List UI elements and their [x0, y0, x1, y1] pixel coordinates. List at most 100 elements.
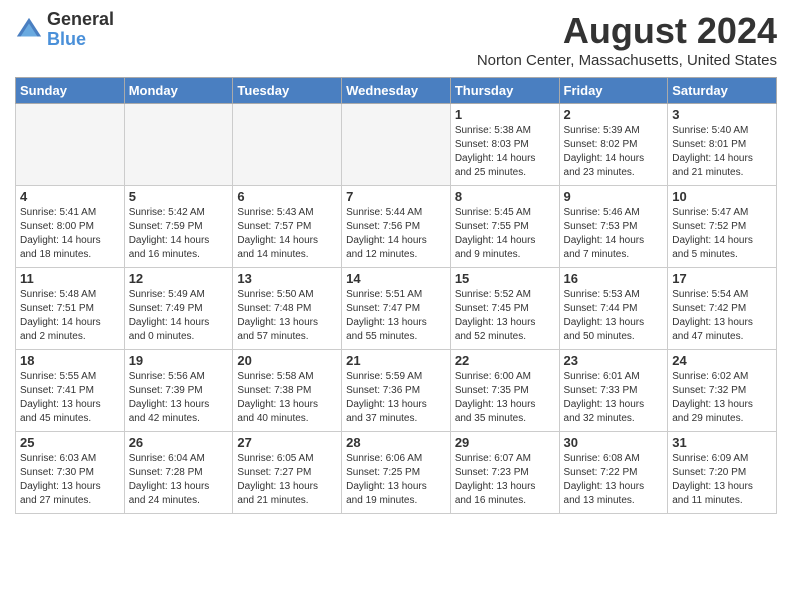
day-info: Sunrise: 5:58 AM Sunset: 7:38 PM Dayligh… [237, 370, 337, 426]
day-info: Sunrise: 5:52 AM Sunset: 7:45 PM Dayligh… [455, 288, 555, 344]
day-info: Sunrise: 6:03 AM Sunset: 7:30 PM Dayligh… [20, 452, 120, 508]
day-info: Sunrise: 5:48 AM Sunset: 7:51 PM Dayligh… [20, 288, 120, 344]
logo-line2: Blue [47, 30, 114, 50]
weekday-header-row: SundayMondayTuesdayWednesdayThursdayFrid… [16, 78, 777, 104]
calendar-day-cell: 3 Sunrise: 5:40 AM Sunset: 8:01 PM Dayli… [668, 104, 777, 186]
day-number: 3 [672, 107, 772, 122]
day-number: 21 [346, 353, 446, 368]
day-number: 28 [346, 435, 446, 450]
day-info: Sunrise: 5:41 AM Sunset: 8:00 PM Dayligh… [20, 206, 120, 262]
day-info: Sunrise: 5:55 AM Sunset: 7:41 PM Dayligh… [20, 370, 120, 426]
day-number: 30 [564, 435, 664, 450]
day-number: 20 [237, 353, 337, 368]
logo: General Blue [15, 10, 114, 50]
day-number: 12 [129, 271, 229, 286]
calendar-day-cell [124, 104, 233, 186]
day-number: 7 [346, 189, 446, 204]
calendar-day-cell: 2 Sunrise: 5:39 AM Sunset: 8:02 PM Dayli… [559, 104, 668, 186]
day-number: 11 [20, 271, 120, 286]
day-number: 18 [20, 353, 120, 368]
calendar-day-cell [342, 104, 451, 186]
day-info: Sunrise: 5:54 AM Sunset: 7:42 PM Dayligh… [672, 288, 772, 344]
day-info: Sunrise: 5:56 AM Sunset: 7:39 PM Dayligh… [129, 370, 229, 426]
calendar-day-cell: 26 Sunrise: 6:04 AM Sunset: 7:28 PM Dayl… [124, 432, 233, 514]
calendar-day-cell: 17 Sunrise: 5:54 AM Sunset: 7:42 PM Dayl… [668, 268, 777, 350]
day-info: Sunrise: 6:06 AM Sunset: 7:25 PM Dayligh… [346, 452, 446, 508]
calendar-day-cell: 12 Sunrise: 5:49 AM Sunset: 7:49 PM Dayl… [124, 268, 233, 350]
calendar-day-cell: 30 Sunrise: 6:08 AM Sunset: 7:22 PM Dayl… [559, 432, 668, 514]
day-number: 10 [672, 189, 772, 204]
day-info: Sunrise: 6:09 AM Sunset: 7:20 PM Dayligh… [672, 452, 772, 508]
weekday-header: Thursday [450, 78, 559, 104]
calendar-day-cell: 31 Sunrise: 6:09 AM Sunset: 7:20 PM Dayl… [668, 432, 777, 514]
day-info: Sunrise: 5:59 AM Sunset: 7:36 PM Dayligh… [346, 370, 446, 426]
day-number: 26 [129, 435, 229, 450]
calendar-day-cell: 21 Sunrise: 5:59 AM Sunset: 7:36 PM Dayl… [342, 350, 451, 432]
day-info: Sunrise: 6:00 AM Sunset: 7:35 PM Dayligh… [455, 370, 555, 426]
calendar-day-cell: 1 Sunrise: 5:38 AM Sunset: 8:03 PM Dayli… [450, 104, 559, 186]
calendar-day-cell: 16 Sunrise: 5:53 AM Sunset: 7:44 PM Dayl… [559, 268, 668, 350]
page-header: General Blue August 2024 Norton Center, … [15, 10, 777, 69]
day-info: Sunrise: 5:50 AM Sunset: 7:48 PM Dayligh… [237, 288, 337, 344]
day-number: 24 [672, 353, 772, 368]
calendar-day-cell: 4 Sunrise: 5:41 AM Sunset: 8:00 PM Dayli… [16, 186, 125, 268]
weekday-header: Sunday [16, 78, 125, 104]
weekday-header: Saturday [668, 78, 777, 104]
day-info: Sunrise: 6:01 AM Sunset: 7:33 PM Dayligh… [564, 370, 664, 426]
day-number: 19 [129, 353, 229, 368]
calendar-week-row: 11 Sunrise: 5:48 AM Sunset: 7:51 PM Dayl… [16, 268, 777, 350]
day-info: Sunrise: 6:04 AM Sunset: 7:28 PM Dayligh… [129, 452, 229, 508]
calendar-day-cell: 29 Sunrise: 6:07 AM Sunset: 7:23 PM Dayl… [450, 432, 559, 514]
calendar-day-cell [233, 104, 342, 186]
calendar-week-row: 18 Sunrise: 5:55 AM Sunset: 7:41 PM Dayl… [16, 350, 777, 432]
day-number: 9 [564, 189, 664, 204]
calendar-day-cell: 13 Sunrise: 5:50 AM Sunset: 7:48 PM Dayl… [233, 268, 342, 350]
day-info: Sunrise: 5:44 AM Sunset: 7:56 PM Dayligh… [346, 206, 446, 262]
calendar-day-cell: 28 Sunrise: 6:06 AM Sunset: 7:25 PM Dayl… [342, 432, 451, 514]
day-number: 6 [237, 189, 337, 204]
month-title: August 2024 [477, 10, 777, 52]
day-number: 29 [455, 435, 555, 450]
calendar-day-cell: 24 Sunrise: 6:02 AM Sunset: 7:32 PM Dayl… [668, 350, 777, 432]
day-number: 2 [564, 107, 664, 122]
day-number: 13 [237, 271, 337, 286]
calendar-week-row: 1 Sunrise: 5:38 AM Sunset: 8:03 PM Dayli… [16, 104, 777, 186]
calendar-table: SundayMondayTuesdayWednesdayThursdayFrid… [15, 77, 777, 514]
day-info: Sunrise: 6:07 AM Sunset: 7:23 PM Dayligh… [455, 452, 555, 508]
calendar-day-cell [16, 104, 125, 186]
calendar-day-cell: 22 Sunrise: 6:00 AM Sunset: 7:35 PM Dayl… [450, 350, 559, 432]
day-info: Sunrise: 5:47 AM Sunset: 7:52 PM Dayligh… [672, 206, 772, 262]
day-info: Sunrise: 5:49 AM Sunset: 7:49 PM Dayligh… [129, 288, 229, 344]
calendar-day-cell: 10 Sunrise: 5:47 AM Sunset: 7:52 PM Dayl… [668, 186, 777, 268]
calendar-day-cell: 14 Sunrise: 5:51 AM Sunset: 7:47 PM Dayl… [342, 268, 451, 350]
calendar-day-cell: 7 Sunrise: 5:44 AM Sunset: 7:56 PM Dayli… [342, 186, 451, 268]
calendar-day-cell: 5 Sunrise: 5:42 AM Sunset: 7:59 PM Dayli… [124, 186, 233, 268]
location: Norton Center, Massachusetts, United Sta… [477, 52, 777, 69]
calendar-day-cell: 25 Sunrise: 6:03 AM Sunset: 7:30 PM Dayl… [16, 432, 125, 514]
day-number: 25 [20, 435, 120, 450]
calendar-day-cell: 18 Sunrise: 5:55 AM Sunset: 7:41 PM Dayl… [16, 350, 125, 432]
day-info: Sunrise: 5:39 AM Sunset: 8:02 PM Dayligh… [564, 124, 664, 180]
calendar-day-cell: 20 Sunrise: 5:58 AM Sunset: 7:38 PM Dayl… [233, 350, 342, 432]
day-info: Sunrise: 5:43 AM Sunset: 7:57 PM Dayligh… [237, 206, 337, 262]
logo-icon [15, 16, 43, 44]
day-info: Sunrise: 6:05 AM Sunset: 7:27 PM Dayligh… [237, 452, 337, 508]
calendar-day-cell: 19 Sunrise: 5:56 AM Sunset: 7:39 PM Dayl… [124, 350, 233, 432]
logo-line1: General [47, 10, 114, 30]
day-number: 17 [672, 271, 772, 286]
calendar-day-cell: 6 Sunrise: 5:43 AM Sunset: 7:57 PM Dayli… [233, 186, 342, 268]
weekday-header: Friday [559, 78, 668, 104]
day-number: 4 [20, 189, 120, 204]
day-info: Sunrise: 5:40 AM Sunset: 8:01 PM Dayligh… [672, 124, 772, 180]
calendar-day-cell: 8 Sunrise: 5:45 AM Sunset: 7:55 PM Dayli… [450, 186, 559, 268]
calendar-day-cell: 15 Sunrise: 5:52 AM Sunset: 7:45 PM Dayl… [450, 268, 559, 350]
day-number: 14 [346, 271, 446, 286]
day-number: 1 [455, 107, 555, 122]
day-number: 5 [129, 189, 229, 204]
day-number: 16 [564, 271, 664, 286]
logo-text: General Blue [47, 10, 114, 50]
day-number: 31 [672, 435, 772, 450]
calendar-day-cell: 9 Sunrise: 5:46 AM Sunset: 7:53 PM Dayli… [559, 186, 668, 268]
day-number: 23 [564, 353, 664, 368]
calendar-day-cell: 23 Sunrise: 6:01 AM Sunset: 7:33 PM Dayl… [559, 350, 668, 432]
